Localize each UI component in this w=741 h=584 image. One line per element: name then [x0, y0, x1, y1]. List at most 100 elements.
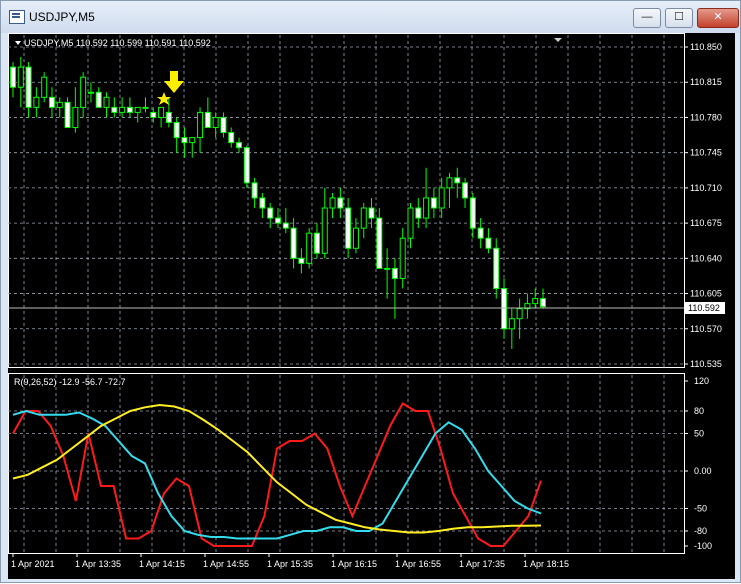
candle-body — [251, 182, 258, 199]
price-tick-label: 110.675 — [690, 218, 722, 228]
maximize-button[interactable]: ☐ — [665, 8, 693, 28]
candle-body — [540, 298, 546, 308]
candle-body — [95, 91, 102, 108]
signal-arrow-icon — [164, 71, 184, 93]
time-tick-label: 1 Apr 18:15 — [523, 559, 569, 569]
candle-body — [477, 227, 484, 239]
time-tick-label: 1 Apr 16:55 — [395, 559, 441, 569]
candle-body — [80, 76, 87, 108]
candle-body — [142, 106, 149, 109]
candle-body — [236, 142, 243, 149]
price-tick-label: 110.780 — [690, 112, 722, 122]
candle-body — [119, 106, 126, 113]
indicator-line-yellow — [12, 403, 542, 534]
main-pane-frame — [8, 33, 685, 368]
candle-body — [10, 66, 16, 88]
candle-body — [87, 91, 94, 94]
candle-body — [485, 237, 492, 249]
candle-body — [329, 197, 336, 209]
candle-body — [446, 177, 453, 189]
title-bar[interactable]: USDJPY,M5 — ☐ ✕ — [1, 1, 740, 33]
price-tick-label: 110.745 — [690, 148, 722, 158]
candle-body — [493, 247, 500, 290]
candle-body — [430, 197, 437, 209]
candle-body — [48, 96, 55, 108]
candle-body — [321, 207, 328, 254]
indicator-header: R(9,26,52) -12.9 -56.7 -72.7 — [14, 377, 126, 387]
candle-body — [72, 106, 79, 129]
time-tick-label: 1 Apr 15:35 — [267, 559, 313, 569]
candle-body — [204, 111, 211, 129]
candle-body — [165, 111, 172, 123]
candle-body — [41, 76, 48, 98]
window-title: USDJPY,M5 — [29, 10, 95, 24]
minimize-button[interactable]: — — [633, 8, 661, 28]
candle-body — [469, 197, 476, 229]
candle-body — [173, 121, 180, 139]
indicator-tick-label: 120 — [694, 376, 709, 386]
candle-body — [516, 308, 523, 320]
time-tick-label: 1 Apr 14:55 — [203, 559, 249, 569]
candle-body — [399, 237, 406, 279]
candle-body — [134, 106, 141, 113]
candle-body — [391, 267, 398, 279]
time-tick-label: 1 Apr 17:35 — [459, 559, 505, 569]
chart-area[interactable]: 110.850 110.815 110.780 110.745 110.710 110.6… — [8, 33, 735, 579]
shift-marker-icon[interactable] — [554, 38, 562, 42]
symbol-menu-icon[interactable] — [15, 41, 21, 45]
candlestick-series — [10, 57, 546, 349]
chart-svg[interactable]: 110.850 110.815 110.780 110.745 110.710 110.6… — [8, 33, 735, 579]
candle-body — [212, 116, 219, 129]
price-tick-label: 110.850 — [690, 42, 722, 52]
candle-body — [360, 207, 367, 229]
close-button[interactable]: ✕ — [697, 8, 739, 28]
candle-body — [197, 111, 204, 139]
main-pane-header: USDJPY,M5 110.592 110.599 110.591 110.59… — [24, 38, 211, 48]
candle-body — [33, 96, 40, 108]
candle-body — [150, 111, 157, 118]
candle-body — [282, 222, 289, 229]
candle-body — [407, 207, 414, 239]
time-axis: 1 Apr 2021 1 Apr 13:35 1 Apr 14:15 1 Apr 14… — [11, 553, 569, 569]
indicator-tick-label: -50 — [694, 504, 707, 514]
price-tick-label: 110.535 — [690, 359, 722, 369]
candle-body — [290, 227, 297, 259]
candle-body — [103, 96, 110, 108]
candle-body — [64, 101, 71, 129]
time-tick-label: 1 Apr 16:15 — [331, 559, 377, 569]
chart-window: USDJPY,M5 — ☐ ✕ 110.850 110.815 110.780 110… — [0, 0, 741, 583]
indicator-pane-frame — [8, 373, 685, 554]
candle-body — [228, 132, 235, 144]
candle-body — [532, 298, 539, 305]
price-axis: 110.850 110.815 110.780 110.745 110.710 110.6… — [684, 42, 722, 369]
candle-body — [298, 257, 305, 264]
candle-body — [462, 182, 469, 199]
indicator-tick-label: 50 — [694, 429, 704, 439]
chart-window-icon — [9, 10, 25, 24]
indicator-axis: 120 80 50 0.00 -50 -80 -100 — [684, 376, 712, 551]
price-tick-label: 110.815 — [690, 77, 722, 87]
candle-body — [17, 66, 24, 88]
time-tick-label: 1 Apr 13:35 — [75, 559, 121, 569]
candle-body — [376, 217, 383, 269]
candle-body — [313, 232, 320, 254]
time-tick-label: 1 Apr 14:15 — [139, 559, 185, 569]
indicator-tick-label: -100 — [694, 541, 712, 551]
price-tick-label: 110.640 — [690, 253, 722, 263]
candle-body — [275, 217, 281, 224]
candle-body — [368, 207, 375, 219]
candle-body — [306, 232, 313, 264]
candle-body — [454, 177, 461, 184]
candle-body — [25, 66, 32, 108]
candle-body — [415, 207, 422, 219]
indicator-line-red — [12, 402, 542, 547]
grid — [8, 33, 685, 554]
indicator-tick-label: -80 — [694, 526, 707, 536]
current-price-label: 110.592 — [688, 303, 720, 313]
candle-body — [508, 318, 515, 330]
indicator-tick-label: 0.00 — [694, 466, 712, 476]
price-tick-label: 110.605 — [690, 289, 722, 299]
candle-body — [181, 137, 188, 144]
candle-body — [243, 147, 250, 184]
candle-body — [220, 116, 227, 134]
